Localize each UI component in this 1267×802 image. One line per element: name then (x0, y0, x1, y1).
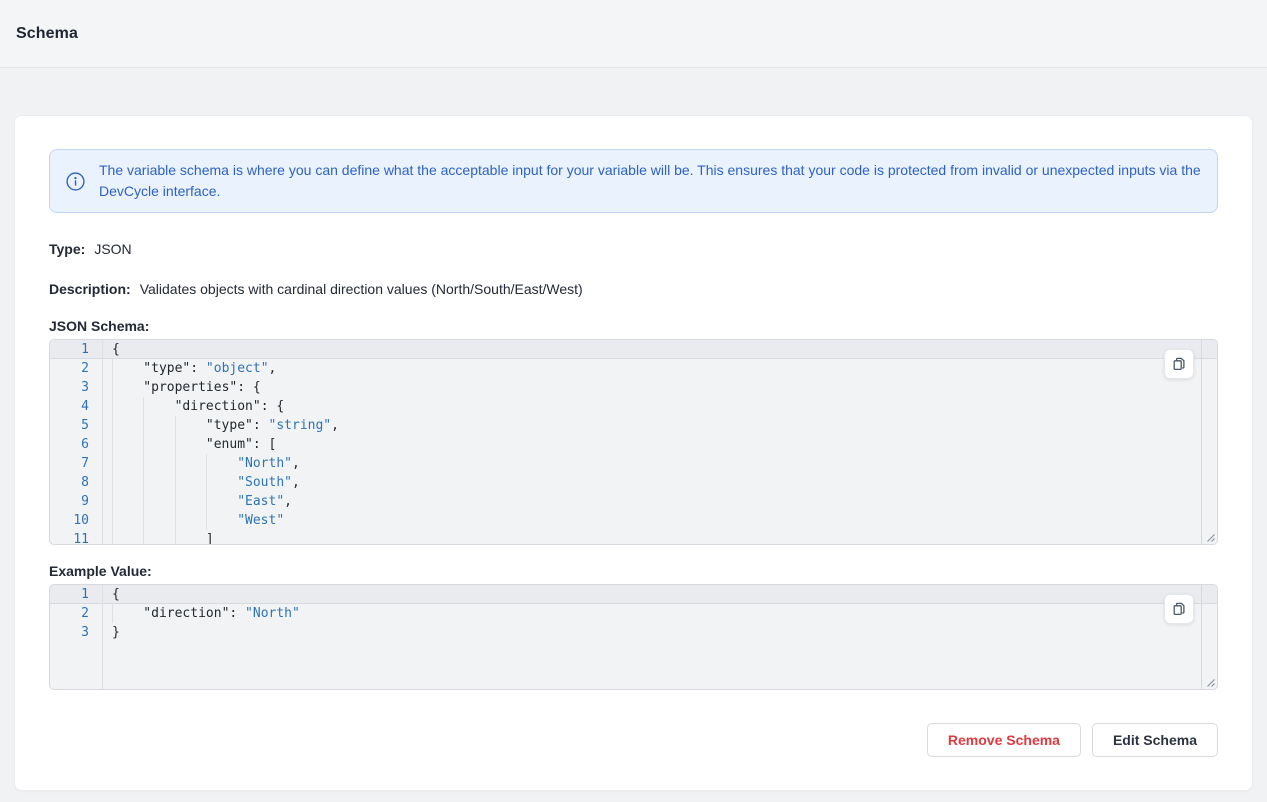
line-number: 2 (50, 604, 102, 623)
line-number: 6 (50, 435, 102, 454)
line-number: 11 (50, 530, 102, 545)
indent-guide (112, 359, 143, 378)
code-line: 6"enum": [ (50, 435, 1217, 454)
code-line: 8"South", (50, 473, 1217, 492)
code-line: 11] (50, 530, 1217, 545)
page-title: Schema (16, 25, 78, 43)
indent-guide (143, 454, 174, 473)
description-value: Validates objects with cardinal directio… (140, 279, 583, 299)
indent-guide (175, 492, 206, 511)
scrollbar-track[interactable] (1201, 585, 1217, 689)
code-line: 5"type": "string", (50, 416, 1217, 435)
code-line: 1{ (50, 585, 1217, 604)
line-number: 3 (50, 378, 102, 397)
code-line: 2"direction": "North" (50, 604, 1217, 623)
json-schema-label: JSON Schema: (49, 316, 1218, 336)
indent-guide (175, 454, 206, 473)
type-value: JSON (94, 239, 131, 259)
code-line: 7"North", (50, 454, 1217, 473)
page-header: Schema (0, 0, 1267, 68)
code-line: 9"East", (50, 492, 1217, 511)
code-line: 1{ (50, 340, 1217, 359)
copy-icon (1171, 601, 1187, 617)
line-number: 8 (50, 473, 102, 492)
resize-handle-icon[interactable] (1204, 531, 1216, 543)
schema-card: The variable schema is where you can def… (14, 115, 1253, 791)
code-line: 3"properties": { (50, 378, 1217, 397)
indent-guide (206, 473, 237, 492)
copy-icon (1171, 356, 1187, 372)
info-circle-icon (66, 172, 85, 191)
line-number: 5 (50, 416, 102, 435)
line-number: 10 (50, 511, 102, 530)
line-number: 2 (50, 359, 102, 378)
json-schema-editor[interactable]: 1{2"type": "object",3"properties": {4"di… (49, 339, 1218, 545)
example-value-editor[interactable]: 1{2"direction": "North"3} (49, 584, 1218, 690)
indent-guide (206, 454, 237, 473)
indent-guide (112, 454, 143, 473)
copy-button[interactable] (1164, 594, 1194, 624)
resize-handle-icon[interactable] (1204, 676, 1216, 688)
indent-guide (143, 530, 174, 545)
line-number: 7 (50, 454, 102, 473)
line-number: 4 (50, 397, 102, 416)
indent-guide (112, 473, 143, 492)
indent-guide (143, 416, 174, 435)
info-banner-text: The variable schema is where you can def… (99, 160, 1201, 202)
description-label: Description: (49, 279, 131, 299)
indent-guide (143, 492, 174, 511)
indent-guide (112, 397, 143, 416)
type-field: Type: JSON (49, 239, 1218, 259)
indent-guide (112, 530, 143, 545)
code-line: 3} (50, 623, 1217, 642)
code-line: 2"type": "object", (50, 359, 1217, 378)
indent-guide (175, 435, 206, 454)
indent-guide (206, 492, 237, 511)
indent-guide (112, 511, 143, 530)
indent-guide (143, 435, 174, 454)
indent-guide (175, 416, 206, 435)
line-number: 9 (50, 492, 102, 511)
scrollbar-track[interactable] (1201, 340, 1217, 544)
indent-guide (175, 530, 206, 545)
indent-guide (112, 492, 143, 511)
indent-guide (112, 604, 143, 623)
remove-schema-button[interactable]: Remove Schema (927, 723, 1081, 757)
indent-guide (143, 473, 174, 492)
indent-guide (175, 473, 206, 492)
indent-guide (112, 435, 143, 454)
indent-guide (175, 511, 206, 530)
gutter-divider (102, 585, 103, 689)
indent-guide (143, 397, 174, 416)
line-number: 1 (50, 340, 102, 359)
code-line: 4"direction": { (50, 397, 1217, 416)
description-field: Description: Validates objects with card… (49, 279, 1218, 299)
indent-guide (112, 416, 143, 435)
line-number: 1 (50, 585, 102, 604)
info-banner: The variable schema is where you can def… (49, 149, 1218, 213)
indent-guide (143, 511, 174, 530)
example-value-label: Example Value: (49, 561, 1218, 581)
line-number: 3 (50, 623, 102, 642)
code-line: 10"West" (50, 511, 1217, 530)
indent-guide (112, 378, 143, 397)
gutter-divider (102, 340, 103, 544)
type-label: Type: (49, 239, 85, 259)
action-buttons: Remove Schema Edit Schema (49, 723, 1218, 757)
edit-schema-button[interactable]: Edit Schema (1092, 723, 1218, 757)
indent-guide (206, 511, 237, 530)
copy-button[interactable] (1164, 349, 1194, 379)
